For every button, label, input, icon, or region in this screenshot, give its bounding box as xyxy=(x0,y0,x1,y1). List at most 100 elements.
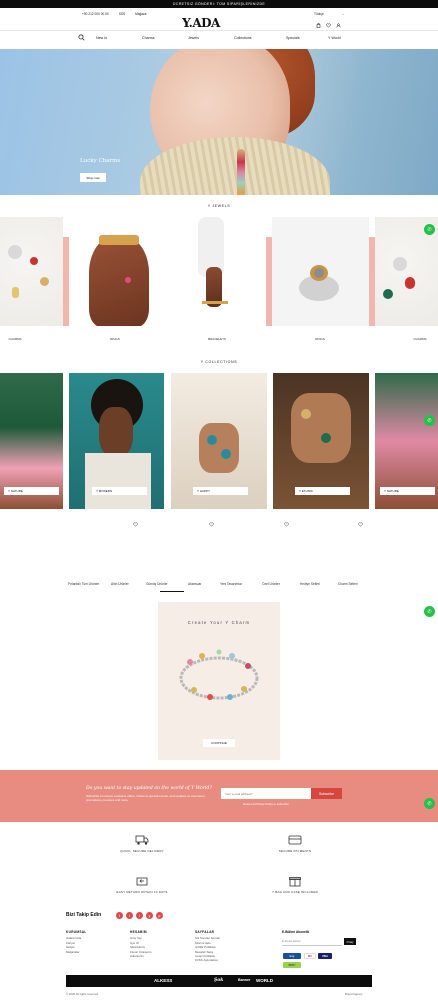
newsletter-email-input[interactable] xyxy=(221,788,311,799)
charm-promo-card[interactable]: Create Your Y Charm CONTINUE xyxy=(158,602,280,760)
language-selector[interactable]: Türkçe xyxy=(314,12,324,16)
whatsapp-icon[interactable]: ✆ xyxy=(424,798,435,809)
nav-item-charms[interactable]: Charms xyxy=(142,36,155,40)
whatsapp-icon[interactable]: ✆ xyxy=(424,606,435,617)
category-card-rings[interactable] xyxy=(69,217,164,326)
collection-button-modern[interactable]: Y MODERN xyxy=(92,487,147,495)
tab-7[interactable]: Hediye Setleri xyxy=(300,582,320,586)
brand-logo-1: ALKESS xyxy=(154,978,173,983)
feature-delivery-label: QUICK, SECURE DELIVERY xyxy=(120,849,164,853)
category-label-rings[interactable]: RINGS xyxy=(100,337,130,341)
collections-section-title: Y COLLECTIONS xyxy=(200,360,238,364)
hero-shop-now-button[interactable]: Shop now xyxy=(80,173,106,182)
footer-newsletter-button[interactable]: Onay xyxy=(344,938,356,945)
payment-visa: VISA xyxy=(318,953,332,959)
truck-icon xyxy=(135,835,149,845)
footer-newsletter-title: E-Bülten Abonelik xyxy=(282,930,310,934)
heart-icon[interactable] xyxy=(284,522,289,527)
heart-icon[interactable] xyxy=(326,23,331,28)
hero-earring xyxy=(237,149,245,195)
nav-item-specials[interactable]: Specials xyxy=(286,36,300,40)
chevron-down-icon[interactable]: ⌄ xyxy=(342,12,345,16)
feature-payments: SECURE PAYMENTS xyxy=(245,834,345,853)
search-icon[interactable] xyxy=(78,34,85,41)
nav-item-y-world[interactable]: Y World xyxy=(328,36,341,40)
twitter-icon[interactable]: t xyxy=(126,912,133,919)
heart-icon[interactable] xyxy=(358,522,363,527)
youtube-icon[interactable]: y xyxy=(146,912,153,919)
gift-icon xyxy=(289,877,301,887)
heart-icon[interactable] xyxy=(133,522,138,527)
tab-active-indicator xyxy=(160,591,184,592)
tab-6[interactable]: Özel Ürünler xyxy=(262,582,280,586)
category-card-bracelets[interactable] xyxy=(164,217,266,326)
privacy-policy-link[interactable]: Read our Privacy Policy to subscribe xyxy=(221,802,311,806)
newsletter-subscribe-button[interactable]: Subscribe xyxy=(311,788,342,799)
footer-col-title: KURUMSAL xyxy=(66,930,87,934)
nav-item-new-in[interactable]: New In xyxy=(96,36,107,40)
tab-2[interactable]: Altın Ürünler xyxy=(111,582,129,586)
category-label-charms[interactable]: CHARMS xyxy=(0,337,30,341)
follow-us-title: Bizi Takip Edin xyxy=(66,912,102,918)
copyright-text: © 2025 All rights reserved. xyxy=(66,992,99,996)
category-card-charms[interactable] xyxy=(0,217,63,326)
footer-link[interactable]: Mağazalar xyxy=(66,950,87,954)
main-nav: New In Charms Jewels Collections Special… xyxy=(0,31,438,45)
category-label-rings-2[interactable]: RINGS xyxy=(305,337,335,341)
instagram-icon[interactable]: i xyxy=(136,912,143,919)
nav-item-collections[interactable]: Collections xyxy=(234,36,252,40)
brand-logo-3: Banner xyxy=(238,978,251,982)
payment-troy: troy xyxy=(283,953,301,959)
footer-col-sayfalar: SAYFALAR Sık Sorulan Sorular İptal ve İa… xyxy=(195,930,220,963)
faq-link[interactable]: SSS xyxy=(119,12,125,16)
category-card-rings-2[interactable] xyxy=(272,217,369,326)
brand-logo-2: Şok xyxy=(214,978,224,983)
whatsapp-icon[interactable]: ✆ xyxy=(424,224,435,235)
nav-item-jewels[interactable]: Jewels xyxy=(188,36,199,40)
brand-logo-4: WORLD xyxy=(256,978,273,983)
hero-title: Lucky Charms xyxy=(80,158,121,164)
tab-5[interactable]: Yeni Tasarımlar xyxy=(220,582,242,586)
category-label-bracelets[interactable]: BRACELETS xyxy=(200,337,234,341)
tab-1[interactable]: Pırlantalı Tüm Ürünler xyxy=(68,582,99,586)
bag-icon[interactable] xyxy=(316,23,321,28)
return-box-icon xyxy=(136,877,148,886)
footer-col-title: HESABIM xyxy=(130,930,147,934)
charm-continue-button[interactable]: CONTINUE xyxy=(203,739,235,747)
collection-button-happy[interactable]: Y HAPPY xyxy=(193,487,248,495)
user-icon[interactable] xyxy=(336,23,341,28)
facebook-icon[interactable]: f xyxy=(116,912,123,919)
collection-button-nature-2[interactable]: Y NATURE xyxy=(380,487,435,495)
charm-promo-title: Create Your Y Charm xyxy=(187,620,251,625)
category-label-charms-2[interactable]: CHARMS xyxy=(405,337,435,341)
hero-banner[interactable]: Lucky Charms Shop now xyxy=(0,49,438,195)
tab-8[interactable]: Charm Setleri xyxy=(338,582,358,586)
phone-link[interactable]: +90 212 000 00 00 xyxy=(82,12,109,16)
footer-link[interactable]: Adreslerim xyxy=(130,954,151,958)
footer-email-input[interactable]: E-Posta Adresi xyxy=(282,939,342,946)
heart-icon[interactable] xyxy=(209,522,214,527)
tab-4[interactable]: Aksesuar xyxy=(188,582,201,586)
whatsapp-icon[interactable]: ✆ xyxy=(424,415,435,426)
newsletter-headline: Do you want to stay updated on the world… xyxy=(86,786,212,791)
collection-button-ethnic[interactable]: Y ETHNIC xyxy=(295,487,350,495)
announcement-text: ÜCRETSIZ GÖNDERI: TÜM SİPARİŞLERİNİZDE xyxy=(172,2,266,6)
feature-bag-label: Y BAG AND CASE INCLUDED xyxy=(272,890,318,894)
footer-link[interactable]: KVKK Aydınlatma xyxy=(195,958,220,962)
bracelet-illustration xyxy=(179,649,259,700)
feature-return-label: EASY RETURN WITHIN 14 DAYS xyxy=(116,890,168,894)
store-link[interactable]: Mağaza xyxy=(135,12,146,16)
announcement-bar: ÜCRETSIZ GÖNDERI: TÜM SİPARİŞLERİNİZDE xyxy=(0,0,438,8)
footer-col-hesabim: HESABIM Giriş Yap Üye Ol Siparişlerim Fa… xyxy=(130,930,151,958)
footer-col-title: SAYFALAR xyxy=(195,930,215,934)
collection-button-nature[interactable]: Y NATURE xyxy=(4,487,59,495)
brand-logo[interactable]: Y.ADA xyxy=(178,16,224,31)
header-icons xyxy=(316,23,341,28)
jewels-section-title: Y JEWELS xyxy=(207,204,231,208)
pinterest-icon[interactable]: p xyxy=(156,912,163,919)
footer-newsletter: E-Bülten Abonelik E-Posta Adresi Onay xyxy=(282,930,362,946)
footer-col-kurumsal: KURUMSAL Hakkımızda Kariyer İletişim Mağ… xyxy=(66,930,87,954)
tab-3[interactable]: Gümüş Ürünler xyxy=(146,582,168,586)
agency-credit[interactable]: Brand Agency xyxy=(345,992,362,996)
newsletter-section: Do you want to stay updated on the world… xyxy=(0,770,438,822)
